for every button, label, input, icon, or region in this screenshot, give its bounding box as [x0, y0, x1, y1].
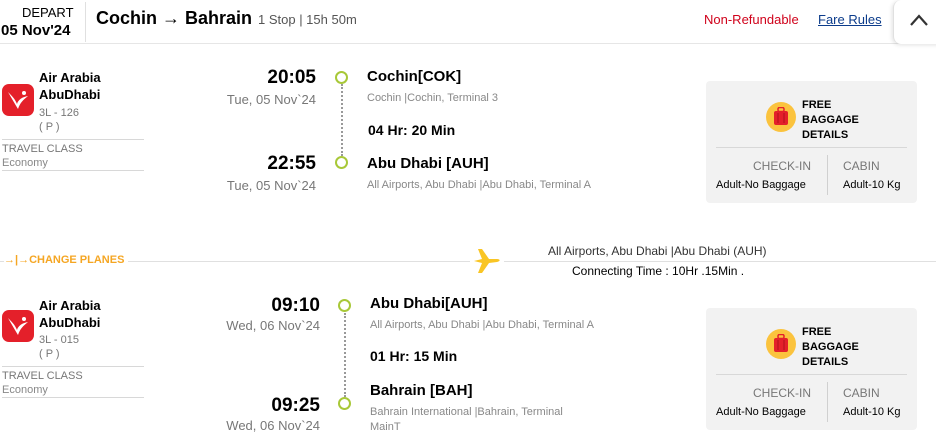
airline-logo	[2, 310, 34, 342]
departure-city: Cochin[COK]	[367, 68, 462, 85]
airline-name-line1: Air Arabia	[39, 70, 101, 85]
fare-class: ( P )	[39, 348, 60, 360]
arrival-time: 22:55	[267, 153, 316, 174]
arrival-day: Wed, 06 Nov`24	[226, 418, 320, 433]
arrival-time: 09:25	[271, 395, 320, 416]
divider	[827, 382, 828, 422]
depart-label: DEPART	[22, 5, 74, 20]
arrival-airport: Bahrain International |Bahrain, Terminal…	[370, 405, 563, 435]
layover-airport: All Airports, Abu Dhabi |Abu Dhabi (AUH)	[548, 244, 767, 258]
baggage-card: FREE BAGGAGE DETAILS CHECK-IN CABIN Adul…	[706, 81, 917, 203]
arrival-dot	[335, 156, 348, 169]
arrival-airport: All Airports, Abu Dhabi |Abu Dhabi, Term…	[367, 179, 591, 191]
baggage-title-line1: FREE	[802, 99, 832, 111]
checkin-value: Adult-No Baggage	[716, 179, 806, 191]
arrow-right-icon: →	[162, 8, 180, 28]
baggage-title: FREE BAGGAGE DETAILS	[802, 325, 859, 370]
departure-airport: Cochin |Cochin, Terminal 3	[367, 92, 499, 104]
cabin-value: Adult-10 Kg	[843, 179, 901, 191]
airline-name: Air Arabia AbuDhabi	[39, 69, 119, 103]
travel-class-value: Economy	[2, 157, 48, 169]
baggage-card: FREE BAGGAGE DETAILS CHECK-IN CABIN Adul…	[706, 308, 917, 430]
departure-time: 20:05	[267, 67, 316, 88]
route-title: Cochin → Bahrain	[96, 8, 252, 29]
departure-dot	[335, 71, 348, 84]
divider	[0, 261, 936, 262]
travel-class-box: TRAVEL CLASS Economy	[2, 139, 144, 171]
travel-class-box: TRAVEL CLASS Economy	[2, 366, 144, 398]
collapse-button[interactable]	[893, 0, 936, 44]
arrival-airport-line1: Bahrain International |Bahrain, Terminal	[370, 406, 563, 418]
departure-day: Wed, 06 Nov`24	[226, 318, 320, 333]
checkin-label: CHECK-IN	[753, 159, 812, 173]
checkin-value: Adult-No Baggage	[716, 406, 806, 418]
from-city: Cochin	[96, 8, 157, 28]
departure-time: 09:10	[271, 295, 320, 316]
airline-logo	[2, 84, 34, 116]
suitcase-icon	[766, 102, 796, 132]
arrival-airport-line2: MainT	[370, 421, 401, 433]
departure-day: Tue, 05 Nov`24	[226, 92, 316, 107]
departure-airport: All Airports, Abu Dhabi |Abu Dhabi, Term…	[370, 319, 594, 331]
cabin-value: Adult-10 Kg	[843, 406, 901, 418]
airline-name-line2: AbuDhabi	[39, 87, 101, 102]
airplane-icon	[470, 247, 504, 280]
layover-bar: →|→CHANGE PLANES All Airports, Abu Dhabi…	[0, 236, 936, 286]
airline-name: Air Arabia AbuDhabi	[39, 297, 119, 331]
flight-duration: 04 Hr: 20 Min	[368, 122, 456, 138]
baggage-title-line2: BAGGAGE	[802, 114, 859, 126]
arrival-dot	[338, 397, 351, 410]
travel-class-label: TRAVEL CLASS	[2, 143, 83, 155]
travel-class-label: TRAVEL CLASS	[2, 370, 83, 382]
divider	[716, 374, 907, 375]
arrival-day: Tue, 05 Nov`24	[226, 178, 316, 193]
divider	[827, 155, 828, 195]
depart-date: 05 Nov'24	[1, 22, 71, 39]
arrival-city: Bahrain [BAH]	[370, 382, 473, 399]
flight-duration: 01 Hr: 15 Min	[370, 348, 458, 364]
fare-class: ( P )	[39, 121, 60, 133]
baggage-title-line3: DETAILS	[802, 129, 849, 141]
flight-number: 3L - 015	[39, 334, 79, 346]
airline-name-line1: Air Arabia	[39, 298, 101, 313]
baggage-title: FREE BAGGAGE DETAILS	[802, 98, 859, 143]
change-planes-label: CHANGE PLANES	[29, 254, 125, 266]
airline-name-line2: AbuDhabi	[39, 315, 101, 330]
cabin-label: CABIN	[843, 159, 880, 173]
checkin-label: CHECK-IN	[753, 386, 812, 400]
route-line	[341, 84, 343, 156]
to-city: Bahrain	[185, 8, 253, 28]
route-line	[344, 313, 346, 397]
route-meta: 1 Stop | 15h 50m	[258, 12, 357, 27]
connecting-time: Connecting Time : 10Hr .15Min .	[572, 264, 745, 278]
bird-icon	[8, 91, 28, 109]
arrival-city: Abu Dhabi [AUH]	[367, 155, 489, 172]
change-planes: →|→CHANGE PLANES	[4, 254, 129, 266]
baggage-title-line2: BAGGAGE	[802, 341, 859, 353]
flight-header: DEPART 05 Nov'24 Cochin → Bahrain 1 Stop |…	[0, 0, 936, 44]
refund-status: Non-Refundable	[704, 12, 799, 27]
departure-dot	[338, 299, 351, 312]
divider	[716, 147, 907, 148]
depart-block: DEPART 05 Nov'24	[0, 2, 86, 42]
flight-number: 3L - 126	[39, 107, 79, 119]
bird-icon	[8, 317, 28, 335]
fare-rules-link[interactable]: Fare Rules	[818, 12, 882, 27]
change-planes-icon: →|→	[4, 254, 30, 266]
baggage-title-line3: DETAILS	[802, 356, 849, 368]
chevron-up-icon	[910, 14, 928, 26]
departure-city: Abu Dhabi[AUH]	[370, 295, 488, 312]
baggage-title-line1: FREE	[802, 326, 832, 338]
travel-class-value: Economy	[2, 384, 48, 396]
cabin-label: CABIN	[843, 386, 880, 400]
suitcase-icon	[766, 329, 796, 359]
